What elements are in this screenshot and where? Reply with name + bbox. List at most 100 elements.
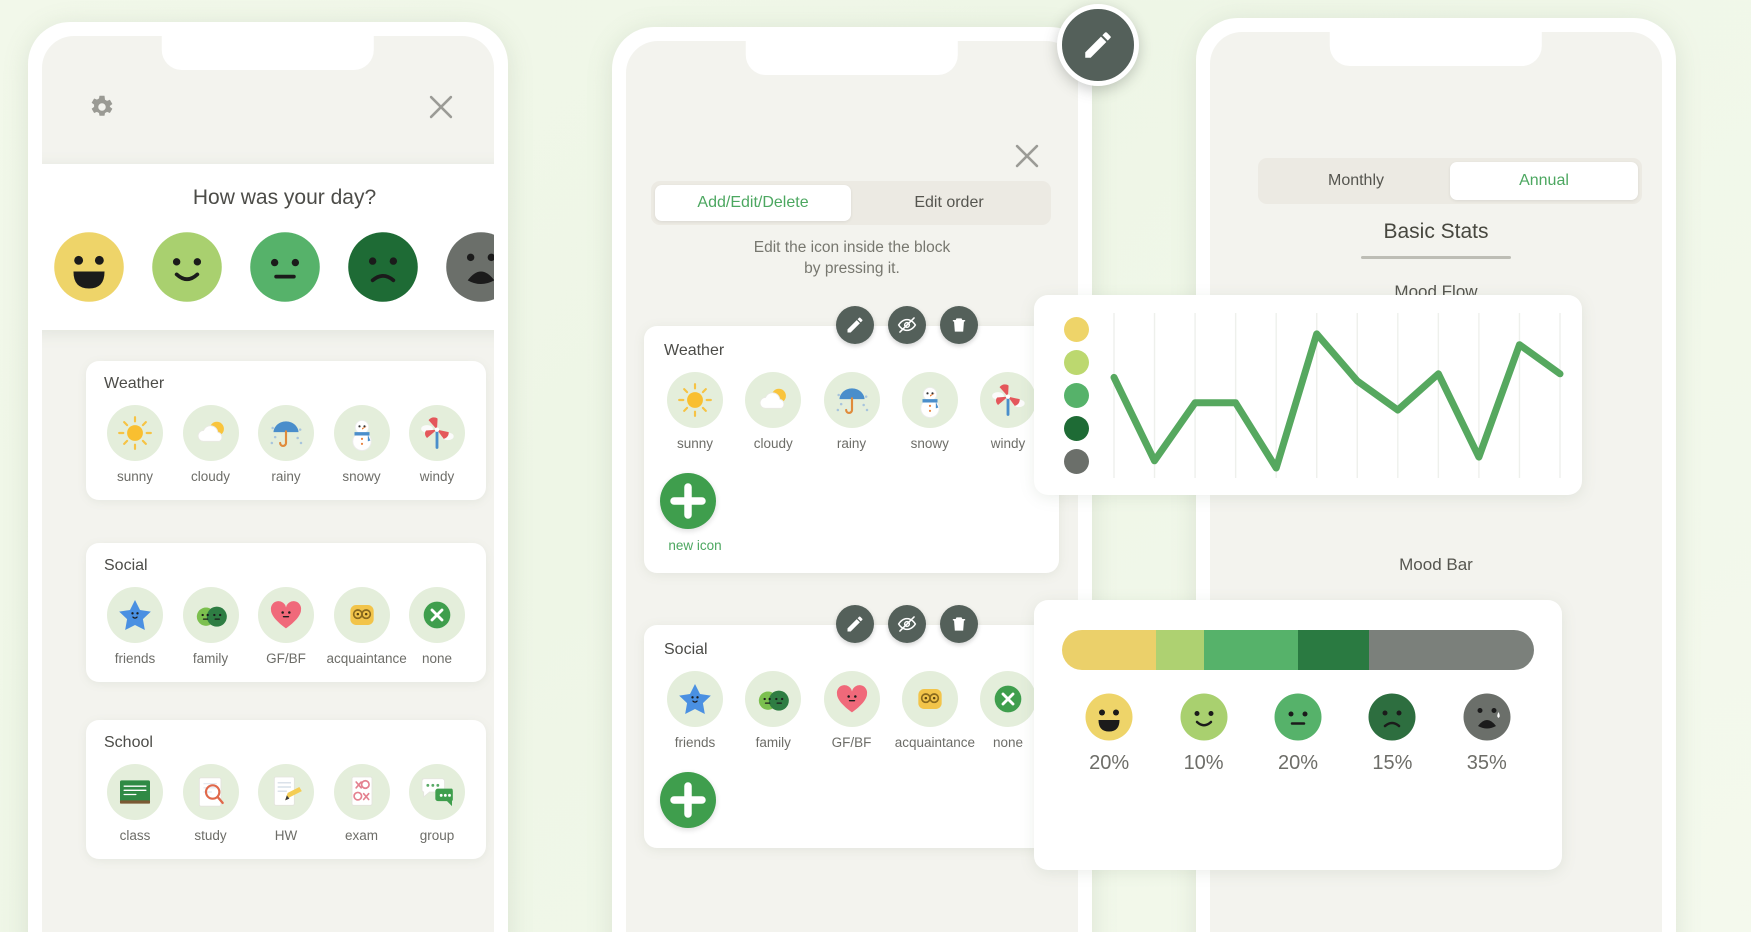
icon-cell-exam[interactable]: exam	[327, 764, 397, 843]
block-card-weather: Weather sunny cloudy rainy snowy windy n…	[644, 326, 1059, 573]
icon-label: family	[192, 651, 229, 666]
mood-percentage: 20%	[1277, 752, 1318, 774]
icon-cell-rainy[interactable]: rainy	[251, 405, 321, 484]
close-icon[interactable]	[424, 90, 458, 124]
icon-label: sunny	[676, 436, 714, 451]
mood-option-very-sad[interactable]	[444, 230, 494, 304]
mood-face-happy	[1179, 692, 1229, 742]
icon-cell-class[interactable]: class	[100, 764, 170, 843]
mood-option-neutral[interactable]	[248, 230, 322, 304]
period-tabs: Monthly Annual	[1258, 158, 1642, 204]
hide-block-button[interactable]	[888, 605, 926, 643]
sun-icon	[107, 405, 163, 461]
icon-cell-acquaintance[interactable]: acquaintance	[327, 587, 407, 666]
two-faces-icon	[745, 671, 802, 727]
icon-label: GF/BF	[266, 651, 306, 666]
edit-block-button[interactable]	[836, 306, 874, 344]
windmill-icon	[409, 405, 465, 461]
edit-block-button[interactable]	[836, 605, 874, 643]
icon-cell-friends[interactable]: friends	[660, 671, 730, 750]
add-new-icon-label: new icon	[668, 538, 722, 553]
icon-label: group	[419, 828, 455, 843]
title-underline	[1361, 256, 1511, 259]
icon-cell-cloudy[interactable]: cloudy	[738, 372, 808, 451]
edit-hint-line1: Edit the icon inside the block	[753, 239, 951, 256]
floating-edit-button[interactable]	[1057, 4, 1139, 86]
icon-cell-friends[interactable]: friends	[100, 587, 170, 666]
icon-label: friends	[114, 651, 156, 666]
mood-flow-chart-card	[1034, 295, 1582, 495]
icon-cell-gf-bf[interactable]: GF/BF	[817, 671, 887, 750]
page-title: Basic Stats	[1383, 220, 1489, 243]
gear-icon[interactable]	[86, 92, 116, 122]
icon-label: sunny	[116, 469, 154, 484]
edit-hint: Edit the icon inside the block by pressi…	[626, 237, 1078, 280]
mood-bar-segment-neutral	[1203, 630, 1298, 670]
mood-flow-line-chart	[1110, 313, 1564, 478]
icon-cell-none[interactable]: none	[973, 671, 1043, 750]
chalkboard-icon	[107, 764, 163, 820]
section-title: Weather	[104, 375, 165, 392]
mood-bar-cell-very-sad: 35%	[1442, 692, 1532, 775]
notch	[745, 41, 959, 75]
icon-cell-rainy[interactable]: rainy	[817, 372, 887, 451]
snowman-icon	[333, 405, 390, 461]
umbrella-rain-icon	[823, 372, 880, 428]
icon-cell-family[interactable]: family	[738, 671, 808, 750]
icon-cell-cloudy[interactable]: cloudy	[176, 405, 246, 484]
icon-label: none	[421, 651, 453, 666]
mood-percentage: 20%	[1089, 752, 1130, 774]
section-icon-row: class study HW exam group	[100, 764, 472, 843]
icon-label: snowy	[342, 469, 381, 484]
add-new-icon-button[interactable]	[660, 473, 716, 529]
mood-bar-label: Mood Bar	[1399, 555, 1473, 574]
snowman-icon	[901, 372, 958, 428]
star-face-icon	[107, 587, 163, 643]
close-icon[interactable]	[1010, 139, 1044, 173]
icon-cell-group[interactable]: group	[402, 764, 472, 843]
edit-mode-tabs: Add/Edit/Delete Edit order	[651, 181, 1051, 225]
delete-block-button[interactable]	[940, 605, 978, 643]
icon-cell-sunny[interactable]: sunny	[660, 372, 730, 451]
glasses-face-icon	[333, 587, 390, 643]
partly-cloudy-icon	[182, 405, 239, 461]
add-new-icon-button[interactable]	[660, 772, 716, 828]
icon-cell-sunny[interactable]: sunny	[100, 405, 170, 484]
tab-add-edit-delete[interactable]: Add/Edit/Delete	[655, 185, 851, 221]
star-face-icon	[667, 671, 723, 727]
cross-circle-icon	[980, 671, 1036, 727]
mood-option-very-happy[interactable]	[52, 230, 126, 304]
icon-cell-gf-bf[interactable]: GF/BF	[251, 587, 321, 666]
icon-cell-family[interactable]: family	[176, 587, 246, 666]
icon-cell-windy[interactable]: windy	[973, 372, 1043, 451]
hide-block-button[interactable]	[888, 306, 926, 344]
chat-bubbles-icon	[409, 764, 465, 820]
tab-monthly[interactable]: Monthly	[1262, 162, 1450, 200]
icon-cell-snowy[interactable]: snowy	[895, 372, 965, 451]
umbrella-rain-icon	[258, 405, 314, 461]
delete-block-button[interactable]	[940, 306, 978, 344]
mood-bar-segment-sad	[1297, 630, 1369, 670]
legend-dot-neutral	[1064, 383, 1089, 408]
icon-label: cloudy	[190, 469, 231, 484]
legend-dot-happy	[1064, 350, 1089, 375]
phone1-screen: How was your day? Weather sunny cloudy r…	[42, 36, 494, 932]
tab-edit-order[interactable]: Edit order	[851, 185, 1047, 221]
block-title: Social	[664, 641, 708, 658]
partly-cloudy-icon	[745, 372, 802, 428]
sun-icon	[667, 372, 723, 428]
mood-bar-cell-neutral: 20%	[1253, 692, 1343, 775]
icon-cell-none[interactable]: none	[402, 587, 472, 666]
mood-option-happy[interactable]	[150, 230, 224, 304]
mood-bar-chart-card: 20% 10% 20% 15% 35%	[1034, 600, 1562, 870]
mood-face-sad	[1367, 692, 1417, 742]
tab-annual[interactable]: Annual	[1450, 162, 1638, 200]
two-faces-icon	[182, 587, 239, 643]
heart-face-icon	[258, 587, 314, 643]
icon-cell-windy[interactable]: windy	[402, 405, 472, 484]
icon-cell-snowy[interactable]: snowy	[327, 405, 397, 484]
icon-cell-study[interactable]: study	[176, 764, 246, 843]
icon-cell-acquaintance[interactable]: acquaintance	[895, 671, 975, 750]
icon-cell-hw[interactable]: HW	[251, 764, 321, 843]
mood-option-sad[interactable]	[346, 230, 420, 304]
